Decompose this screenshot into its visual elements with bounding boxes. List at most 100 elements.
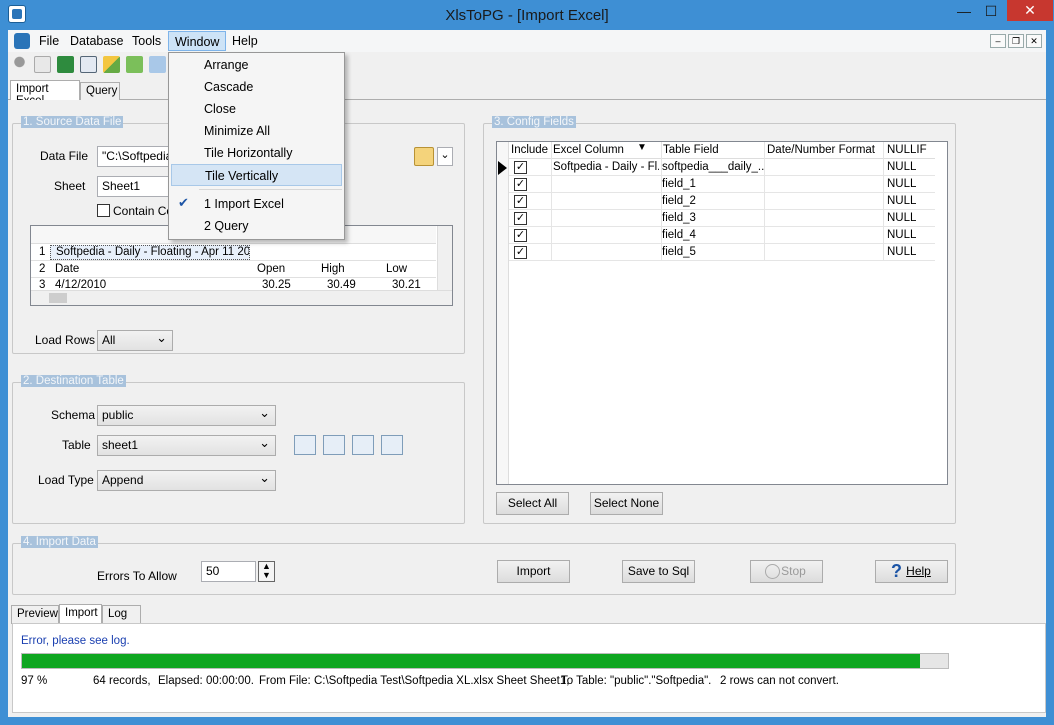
sort-arrow-icon[interactable]: ▼ bbox=[637, 142, 647, 153]
menu-window[interactable]: Window bbox=[168, 31, 227, 51]
doc-icon[interactable] bbox=[14, 33, 30, 49]
nullif-cell[interactable]: NULL bbox=[887, 229, 916, 241]
disconnect-icon[interactable] bbox=[34, 56, 51, 73]
refresh-table-icon[interactable] bbox=[323, 435, 345, 455]
menu-item-minimize-all[interactable]: Minimize All bbox=[171, 120, 342, 142]
load-rows-select[interactable]: All bbox=[97, 330, 173, 351]
tab-query[interactable]: Query bbox=[80, 82, 120, 100]
tab-import-excel[interactable]: Import Excel bbox=[10, 80, 80, 107]
nullif-cell[interactable]: NULL bbox=[887, 178, 916, 190]
nullif-cell[interactable]: NULL bbox=[887, 195, 916, 207]
row-indicator-column bbox=[497, 142, 509, 484]
table-field-cell[interactable]: field_5 bbox=[662, 246, 696, 258]
form-icon[interactable] bbox=[80, 56, 97, 73]
tab-preview[interactable]: Preview bbox=[11, 605, 59, 624]
table-row[interactable]: ✓ field_2 NULL bbox=[509, 193, 935, 210]
view-table-icon[interactable] bbox=[352, 435, 374, 455]
column-header-field[interactable]: Table Field bbox=[663, 144, 719, 156]
grid-cell[interactable]: Open bbox=[257, 263, 285, 275]
include-checkbox[interactable]: ✓ bbox=[514, 178, 527, 191]
column-header-format[interactable]: Date/Number Format bbox=[767, 144, 875, 156]
table-icon[interactable] bbox=[149, 56, 166, 73]
column-header-excel[interactable]: Excel Column bbox=[553, 144, 624, 156]
schema-select[interactable]: public bbox=[97, 405, 276, 426]
mdi-restore-button[interactable]: ❐ bbox=[1008, 34, 1024, 48]
table-field-cell[interactable]: field_1 bbox=[662, 178, 696, 190]
wand-icon[interactable] bbox=[103, 56, 120, 73]
import-button[interactable]: Import bbox=[497, 560, 570, 583]
grid-cell[interactable]: Date bbox=[55, 263, 79, 275]
include-checkbox[interactable]: ✓ bbox=[514, 246, 527, 259]
menu-item-close[interactable]: Close bbox=[171, 98, 342, 120]
menu-item-tile-vertically[interactable]: Tile Vertically bbox=[171, 164, 342, 186]
menu-item-arrange[interactable]: Arrange bbox=[171, 54, 342, 76]
grid-cell[interactable]: Softpedia - Daily - Floating - Apr 11 20… bbox=[50, 245, 250, 260]
vertical-scrollbar[interactable] bbox=[437, 226, 452, 290]
data-file-input[interactable]: "C:\Softpedia bbox=[97, 146, 172, 167]
load-type-select[interactable]: Append bbox=[97, 470, 276, 491]
config-fields-grid[interactable]: Include Excel Column ▼ Table Field Date/… bbox=[496, 141, 948, 485]
menu-help[interactable]: Help bbox=[226, 31, 264, 51]
menu-database[interactable]: Database bbox=[64, 31, 130, 51]
scroll-thumb[interactable] bbox=[49, 293, 67, 303]
table-field-cell[interactable]: field_2 bbox=[662, 195, 696, 207]
menu-file[interactable]: File bbox=[33, 31, 65, 51]
load-type-label: Load Type bbox=[38, 473, 94, 487]
close-button[interactable]: ✕ bbox=[1007, 0, 1053, 21]
current-row-icon bbox=[498, 161, 507, 175]
include-checkbox[interactable]: ✓ bbox=[514, 229, 527, 242]
include-checkbox[interactable]: ✓ bbox=[514, 161, 527, 174]
excel-icon[interactable] bbox=[57, 56, 74, 73]
menu-item-tile-horizontally[interactable]: Tile Horizontally bbox=[171, 142, 342, 164]
column-header-nullif[interactable]: NULLIF bbox=[887, 144, 927, 156]
minimize-button[interactable]: — bbox=[950, 1, 978, 21]
connect-icon[interactable] bbox=[11, 56, 28, 73]
sheet-select[interactable]: Sheet1 bbox=[97, 176, 172, 197]
include-checkbox[interactable]: ✓ bbox=[514, 195, 527, 208]
help-button[interactable]: ? Help bbox=[875, 560, 948, 583]
stop-button[interactable]: Stop bbox=[750, 560, 823, 583]
errors-to-allow-input[interactable]: 50 bbox=[201, 561, 256, 582]
menu-item-query[interactable]: 2 Query bbox=[171, 215, 342, 237]
column-header-include[interactable]: Include bbox=[511, 144, 548, 156]
contain-columns-checkbox[interactable] bbox=[97, 204, 110, 217]
column-divider bbox=[661, 142, 662, 261]
menu-tools[interactable]: Tools bbox=[126, 31, 167, 51]
columns-icon[interactable] bbox=[381, 435, 403, 455]
new-table-icon[interactable] bbox=[294, 435, 316, 455]
tab-log[interactable]: Log bbox=[102, 605, 141, 624]
menu-item-cascade[interactable]: Cascade bbox=[171, 76, 342, 98]
maximize-button[interactable]: ☐ bbox=[977, 1, 1005, 21]
tab-import[interactable]: Import bbox=[59, 604, 102, 625]
table-row[interactable]: ✓ field_5 NULL bbox=[509, 244, 935, 261]
mdi-close-button[interactable]: ✕ bbox=[1026, 34, 1042, 48]
table-row[interactable]: ✓ field_3 NULL bbox=[509, 210, 935, 227]
grid-cell[interactable]: High bbox=[321, 263, 345, 275]
horizontal-scrollbar[interactable] bbox=[31, 290, 452, 305]
include-checkbox[interactable]: ✓ bbox=[514, 212, 527, 225]
grid-cell[interactable]: Low bbox=[386, 263, 407, 275]
select-all-button[interactable]: Select All bbox=[496, 492, 569, 515]
data-file-dropdown-icon[interactable]: ⌄ bbox=[437, 147, 453, 166]
table-select[interactable]: sheet1 bbox=[97, 435, 276, 456]
spinner-icon[interactable]: ▲ ▼ bbox=[258, 561, 275, 582]
mdi-minimize-button[interactable]: – bbox=[990, 34, 1006, 48]
excel-column-cell[interactable]: Softpedia - Daily - Fl... bbox=[553, 161, 659, 173]
table-field-cell[interactable]: softpedia___daily_... bbox=[662, 161, 764, 173]
table-row[interactable]: 1 Softpedia - Daily - Floating - Apr 11 … bbox=[31, 244, 436, 261]
refresh-icon[interactable] bbox=[126, 56, 143, 73]
table-row[interactable]: 2 Date Open High Low bbox=[31, 261, 436, 278]
table-row[interactable]: ✓ Softpedia - Daily - Fl... softpedia___… bbox=[509, 159, 935, 176]
save-to-sql-button[interactable]: Save to Sql bbox=[622, 560, 695, 583]
open-folder-icon[interactable] bbox=[414, 147, 434, 166]
nullif-cell[interactable]: NULL bbox=[887, 161, 916, 173]
nullif-cell[interactable]: NULL bbox=[887, 212, 916, 224]
menu-item-import-excel[interactable]: 1 Import Excel bbox=[171, 193, 342, 215]
table-row[interactable]: ✓ field_4 NULL bbox=[509, 227, 935, 244]
table-row[interactable]: ✓ field_1 NULL bbox=[509, 176, 935, 193]
table-field-cell[interactable]: field_4 bbox=[662, 229, 696, 241]
nullif-cell[interactable]: NULL bbox=[887, 246, 916, 258]
select-none-button[interactable]: Select None bbox=[590, 492, 663, 515]
table-field-cell[interactable]: field_3 bbox=[662, 212, 696, 224]
error-message: Error, please see log. bbox=[21, 635, 130, 647]
